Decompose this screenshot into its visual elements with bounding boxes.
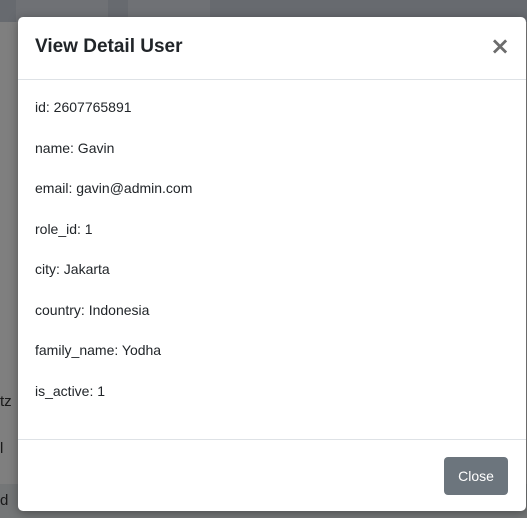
field-name: name: Gavin: [35, 140, 115, 156]
modal-body: id: 2607765891 name: Gavin email: gavin@…: [18, 80, 526, 438]
close-button[interactable]: Close: [444, 457, 508, 495]
modal-title: View Detail User: [35, 36, 183, 57]
field-email: email: gavin@admin.com: [35, 180, 193, 196]
field-city: city: Jakarta: [35, 261, 110, 277]
field-id: id: 2607765891: [35, 99, 132, 115]
modal-footer: Close: [18, 439, 526, 511]
field-role-id: role_id: 1: [35, 221, 93, 237]
field-is-active: is_active: 1: [35, 383, 106, 399]
view-detail-user-modal: View Detail User × id: 2607765891 name: …: [18, 17, 526, 511]
modal-header: View Detail User ×: [18, 17, 526, 80]
field-family-name: family_name: Yodha: [35, 342, 162, 358]
field-country: country: Indonesia: [35, 302, 150, 318]
close-icon[interactable]: ×: [490, 32, 510, 60]
